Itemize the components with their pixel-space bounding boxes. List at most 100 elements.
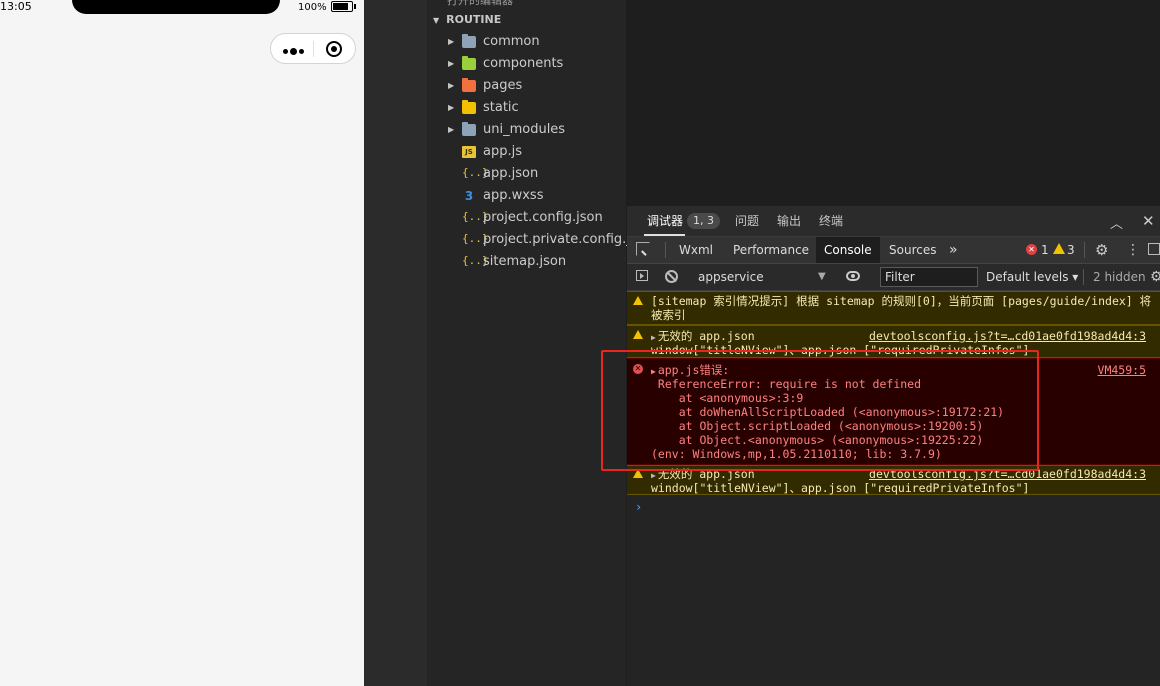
hidden-count[interactable]: 2 hidden	[1093, 264, 1146, 290]
debugger-count-badge: 1, 3	[687, 213, 720, 229]
tab-issues[interactable]: 问题	[735, 206, 759, 236]
tab-sources[interactable]: Sources	[889, 237, 936, 263]
folder-icon	[462, 122, 476, 136]
battery-percent: 100%	[298, 2, 327, 13]
status-time: 13:05	[0, 0, 32, 13]
json-file-icon: {..}	[462, 254, 489, 267]
kebab-menu-icon[interactable]: ⋮	[1126, 237, 1140, 263]
chevron-right-icon[interactable]: ▶	[448, 97, 454, 119]
tree-item-common[interactable]: ▶ common	[427, 31, 626, 53]
json-file-icon: {..}	[462, 166, 489, 179]
chevron-right-icon[interactable]: ▶	[448, 31, 454, 53]
tree-item-app-json[interactable]: {..} app.json	[427, 163, 626, 185]
folder-icon	[462, 78, 476, 92]
source-link[interactable]: VM459:5	[1098, 363, 1146, 377]
message-text: 被索引	[651, 308, 686, 322]
tree-item-label: components	[483, 56, 564, 71]
css-file-icon: 3	[464, 189, 474, 203]
console-settings-gear-icon[interactable]: ⚙	[1150, 264, 1160, 290]
tab-performance[interactable]: Performance	[733, 237, 809, 263]
chevron-up-icon[interactable]: ︿	[1110, 213, 1123, 232]
tree-item-app-js[interactable]: JS app.js	[427, 141, 626, 163]
tree-item-label: pages	[483, 78, 523, 93]
tree-item-sitemap-json[interactable]: {..} sitemap.json	[427, 251, 626, 273]
tree-item-label: app.js	[483, 144, 522, 159]
expand-triangle-icon[interactable]: ▶	[651, 471, 656, 480]
tree-item-label: static	[483, 100, 519, 115]
more-icon[interactable]	[283, 48, 307, 55]
log-levels-dropdown[interactable]: Default levels ▾	[986, 264, 1078, 290]
warning-count[interactable]: 3	[1067, 237, 1075, 263]
tree-item-label: sitemap.json	[483, 254, 567, 269]
simulator-gutter	[364, 0, 428, 686]
show-sidebar-icon[interactable]	[636, 270, 648, 281]
error-count-icon[interactable]: ✕	[1026, 244, 1037, 255]
warning-icon	[633, 296, 643, 305]
source-link[interactable]: devtoolsconfig.js?t=…cd01ae0fd198ad4d4:3	[869, 329, 1146, 343]
chevron-right-icon[interactable]: ▶	[448, 119, 454, 141]
divider	[1083, 269, 1084, 285]
open-editors-header[interactable]: 打开的编辑器	[447, 0, 513, 8]
json-file-icon: {..}	[462, 210, 489, 223]
dropdown-arrow-icon[interactable]: ▼	[818, 264, 826, 290]
tree-item-app-wxss[interactable]: 3 app.wxss	[427, 185, 626, 207]
message-text: [sitemap 索引情况提示] 根据 sitemap 的规则[0]，当前页面 …	[651, 294, 1152, 308]
divider	[1084, 242, 1085, 258]
project-root-header[interactable]: ▼ ROUTINE	[433, 13, 501, 26]
tab-console[interactable]: Console	[816, 237, 880, 263]
tree-item-project-config-json[interactable]: {..} project.config.json	[427, 207, 626, 229]
live-expression-eye-icon[interactable]	[846, 271, 860, 281]
battery-icon	[331, 1, 353, 12]
json-file-icon: {..}	[462, 232, 489, 245]
phone-notch	[72, 0, 280, 14]
more-tabs-button[interactable]: »	[949, 237, 958, 263]
tree-item-components[interactable]: ▶ components	[427, 53, 626, 75]
tab-debugger[interactable]: 调试器	[643, 206, 686, 236]
tree-item-project-private-config-js[interactable]: {..} project.private.config.js...	[427, 229, 649, 251]
devtools-tabbar: 调试器 1, 3 问题 输出 终端 ︿ ✕	[627, 206, 1160, 237]
warning-count-icon[interactable]	[1053, 243, 1065, 254]
console-prompt[interactable]: ›	[635, 500, 642, 514]
tree-item-uni-modules[interactable]: ▶ uni_modules	[427, 119, 626, 141]
filter-input[interactable]	[880, 267, 978, 287]
file-explorer: 打开的编辑器 ▼ ROUTINE ▶ common ▶ components ▶ pages…	[427, 0, 649, 686]
capsule-divider	[313, 41, 314, 57]
chrome-devtools-tabbar: Wxml Performance Console Sources » ✕ 1 3…	[627, 237, 1160, 264]
tree-item-label: app.json	[483, 166, 539, 181]
tree-item-label: project.private.config.js...	[483, 232, 650, 247]
expand-triangle-icon[interactable]: ▶	[651, 333, 656, 342]
tab-wxml[interactable]: Wxml	[679, 237, 713, 263]
annotation-highlight-box	[601, 350, 1039, 471]
battery-tip-icon	[354, 4, 356, 9]
chevron-right-icon[interactable]: ▶	[448, 53, 454, 75]
editor-area	[626, 0, 1160, 206]
tab-terminal[interactable]: 终端	[819, 206, 843, 236]
error-count[interactable]: 1	[1041, 237, 1049, 263]
chevron-right-icon[interactable]: ▶	[448, 75, 454, 97]
tab-output[interactable]: 输出	[777, 206, 801, 236]
close-miniprogram-icon[interactable]	[326, 41, 342, 57]
folder-icon	[462, 100, 476, 114]
folder-icon	[462, 34, 476, 48]
divider	[665, 242, 666, 258]
js-file-icon: JS	[462, 146, 476, 158]
inspect-element-icon[interactable]	[636, 242, 650, 256]
close-icon[interactable]: ✕	[1142, 212, 1155, 230]
folder-icon	[462, 56, 476, 70]
project-root-label: ROUTINE	[446, 13, 502, 26]
clear-console-icon[interactable]	[665, 270, 678, 283]
dock-side-icon[interactable]	[1148, 243, 1160, 255]
tree-item-label: project.config.json	[483, 210, 603, 225]
miniprogram-capsule	[270, 33, 356, 64]
settings-gear-icon[interactable]: ⚙	[1095, 237, 1108, 263]
context-selector[interactable]: appservice	[698, 264, 764, 290]
message-text: window["titleNView"]、app.json ["required…	[651, 481, 1030, 495]
tree-item-pages[interactable]: ▶ pages	[427, 75, 626, 97]
console-toolbar: appservice ▼ Default levels ▾ 2 hidden ⚙	[627, 264, 1160, 291]
console-message-warning[interactable]: [sitemap 索引情况提示] 根据 sitemap 的规则[0]，当前页面 …	[627, 291, 1160, 325]
collapse-icon: ▼	[433, 16, 440, 25]
tree-item-label: uni_modules	[483, 122, 566, 137]
tree-item-static[interactable]: ▶ static	[427, 97, 626, 119]
tree-item-label: app.wxss	[483, 188, 544, 203]
simulator-screen: 13:05 100%	[0, 0, 364, 686]
